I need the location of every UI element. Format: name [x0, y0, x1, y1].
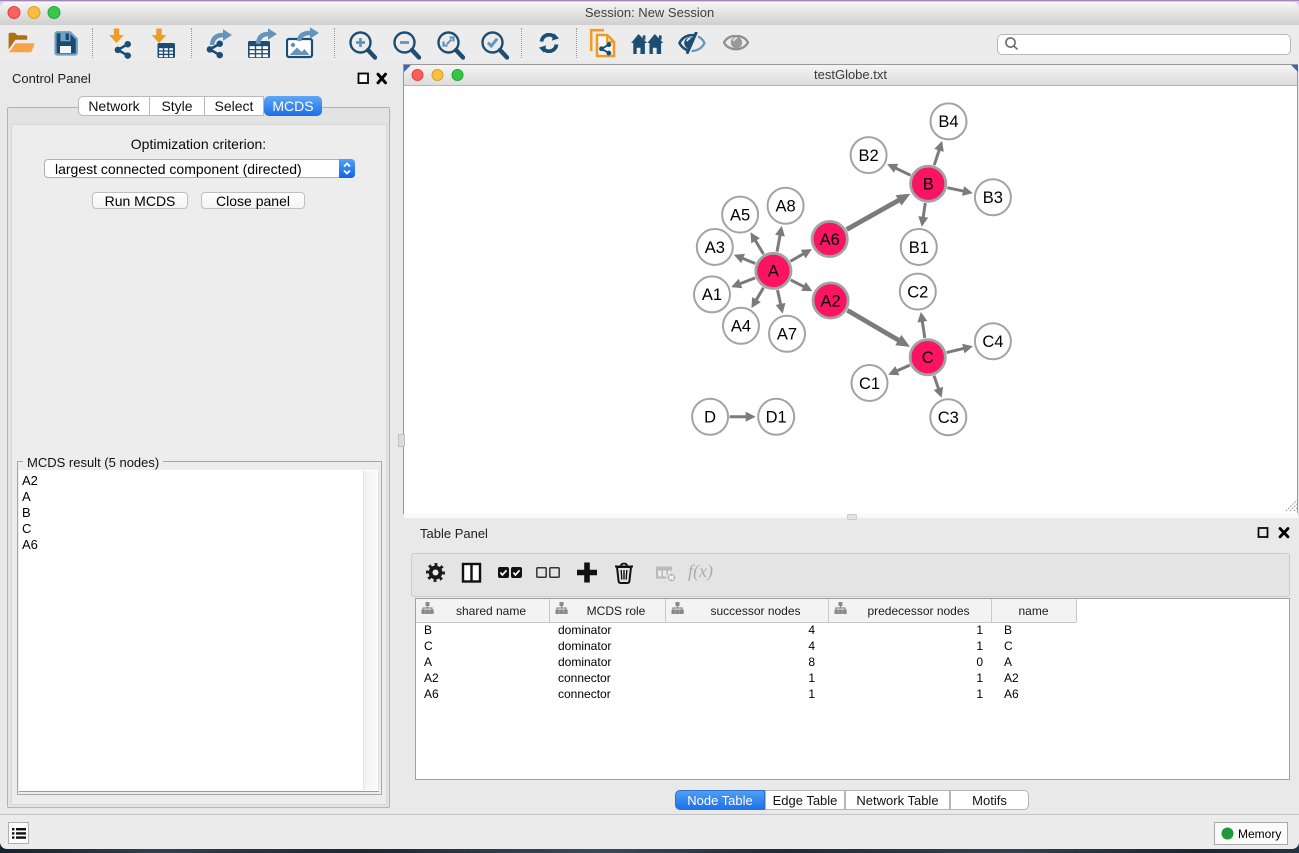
svg-text:A: A: [768, 263, 779, 281]
svg-text:C3: C3: [938, 409, 959, 427]
svg-text:A5: A5: [730, 206, 750, 224]
svg-text:C1: C1: [859, 375, 880, 393]
svg-text:B3: B3: [983, 189, 1003, 207]
svg-text:A3: A3: [705, 239, 725, 257]
svg-text:C2: C2: [907, 283, 928, 301]
svg-text:A4: A4: [731, 318, 751, 336]
svg-text:A7: A7: [777, 326, 797, 344]
svg-text:C: C: [922, 349, 934, 367]
svg-text:A8: A8: [776, 198, 796, 216]
svg-text:B1: B1: [909, 239, 929, 257]
svg-text:D1: D1: [766, 409, 787, 427]
svg-text:B: B: [923, 176, 934, 194]
svg-text:B4: B4: [938, 113, 958, 131]
svg-text:A6: A6: [820, 231, 840, 249]
svg-text:B2: B2: [859, 147, 879, 165]
svg-text:D: D: [704, 409, 716, 427]
svg-text:C4: C4: [982, 333, 1003, 351]
svg-text:A1: A1: [702, 286, 722, 304]
svg-text:A2: A2: [821, 292, 841, 310]
